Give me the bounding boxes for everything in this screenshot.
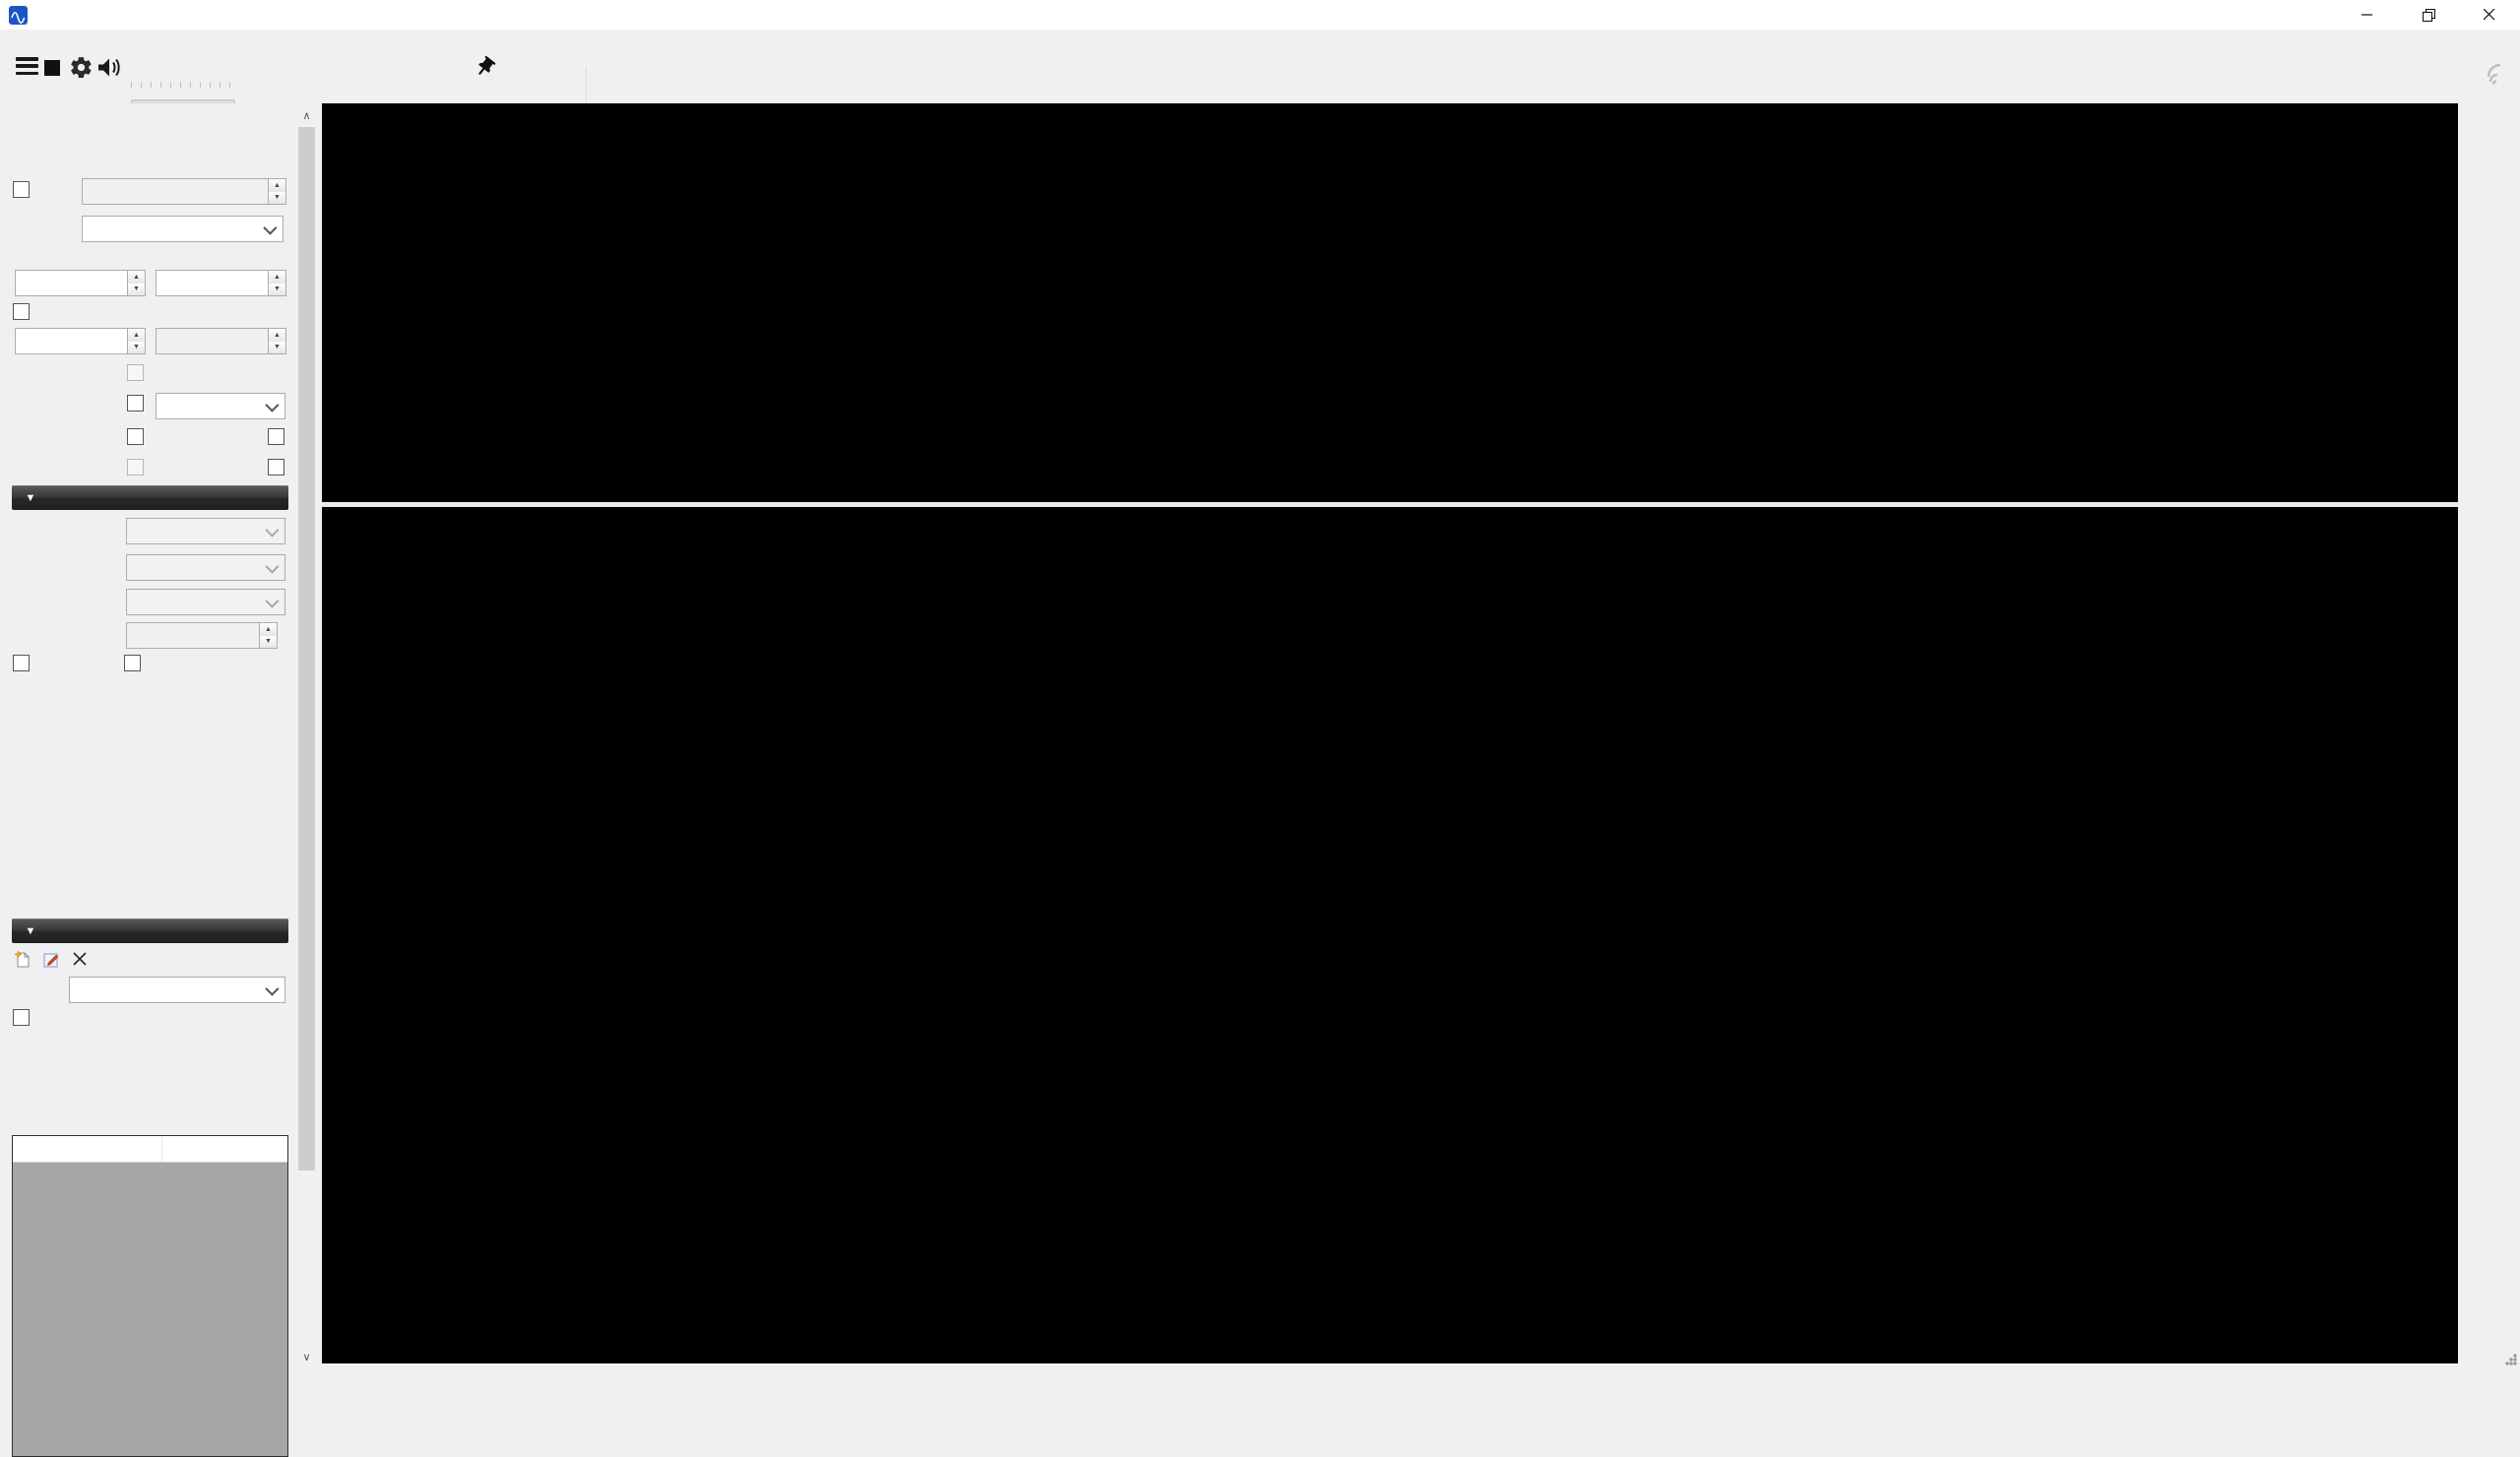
cw-shift-value xyxy=(157,329,268,353)
swap-iq-row xyxy=(156,459,284,475)
audio-input-dropdown xyxy=(126,554,285,581)
scrollbar-thumb[interactable] xyxy=(298,127,315,1171)
shift-checkbox[interactable] xyxy=(13,181,30,198)
chevron-down-icon xyxy=(263,221,277,234)
delete-x-icon xyxy=(73,952,87,966)
filter-audio-checkbox[interactable] xyxy=(124,655,141,671)
filter-audio-row xyxy=(124,655,148,671)
volume-ticks-top xyxy=(131,82,233,89)
frequency-manager-toolbar xyxy=(14,950,92,968)
title-bar xyxy=(0,0,2520,31)
chevron-down-icon xyxy=(265,523,279,537)
airspy-waves-icon xyxy=(2487,62,2512,86)
shift-value-spinner[interactable]: ▲▼ xyxy=(82,178,286,205)
unity-gain-checkbox[interactable] xyxy=(13,655,30,671)
display-area xyxy=(322,103,2458,1363)
frequency-list[interactable] xyxy=(12,1135,288,1457)
anti-fading-row xyxy=(15,459,144,475)
snap-to-grid-row xyxy=(15,395,144,412)
chevron-down-icon xyxy=(265,398,279,412)
show-on-spectrum-row xyxy=(13,1009,38,1026)
scroll-down-icon[interactable]: ∨ xyxy=(296,1347,317,1366)
squelch-value-spinner[interactable]: ▲▼ xyxy=(15,328,146,354)
swap-iq-checkbox[interactable] xyxy=(268,459,284,475)
audio-output-dropdown xyxy=(126,589,285,615)
lock-carrier-checkbox[interactable] xyxy=(127,428,144,445)
shift-spin-arrows[interactable]: ▲▼ xyxy=(268,179,285,204)
anti-fading-checkbox xyxy=(127,459,144,475)
show-on-spectrum-checkbox[interactable] xyxy=(13,1009,30,1026)
close-button[interactable] xyxy=(2459,0,2520,30)
restore-button[interactable] xyxy=(2398,0,2459,30)
fm-stereo-row xyxy=(15,364,144,381)
unity-gain-row xyxy=(13,655,36,671)
shift-value[interactable] xyxy=(83,179,268,204)
cw-shift-spinner: ▲▼ xyxy=(156,328,286,354)
sidebar-scrollbar[interactable]: ∧ ∨ xyxy=(296,103,317,1368)
filter-dropdown[interactable] xyxy=(82,216,284,242)
chevron-down-icon xyxy=(265,559,279,573)
edit-entry-button[interactable] xyxy=(43,951,65,968)
latency-spinner: ▲▼ xyxy=(126,622,278,649)
stop-button[interactable] xyxy=(44,60,60,76)
snap-to-grid-checkbox[interactable] xyxy=(127,395,144,412)
pin-icon[interactable] xyxy=(467,50,502,86)
collapse-arrow-icon: ▼ xyxy=(12,492,49,504)
waterfall-display[interactable] xyxy=(322,507,2458,1362)
fm-stereo-checkbox xyxy=(127,364,144,381)
chevron-down-icon xyxy=(265,982,279,995)
correct-iq-row xyxy=(156,428,284,445)
toolbar xyxy=(0,30,2520,103)
squelch-spin-arrows[interactable]: ▲▼ xyxy=(127,329,145,353)
latency-spin-arrows: ▲▼ xyxy=(259,623,277,648)
order-value[interactable] xyxy=(157,271,268,295)
squelch-checkbox[interactable] xyxy=(13,303,30,320)
latency-value xyxy=(127,623,259,648)
delete-entry-button[interactable] xyxy=(73,952,92,966)
shift-row xyxy=(13,181,36,198)
minimize-button[interactable] xyxy=(2337,0,2398,30)
collapse-arrow-icon: ▼ xyxy=(12,925,49,937)
control-sidebar: ▲▼ ▲▼ ▲▼ ▲▼ ▲▼ xyxy=(0,103,291,1368)
app-logo-icon xyxy=(9,6,28,25)
order-spinner[interactable]: ▲▼ xyxy=(156,270,286,296)
order-spin-arrows[interactable]: ▲▼ xyxy=(268,271,285,295)
squelch-row xyxy=(13,303,36,320)
step-size-dropdown[interactable] xyxy=(156,393,285,419)
squelch-value[interactable] xyxy=(16,329,127,353)
audio-panel-header[interactable]: ▼ xyxy=(12,485,288,510)
edit-pencil-icon xyxy=(43,951,60,968)
bandwidth-value[interactable] xyxy=(16,271,127,295)
frequency-manager-header[interactable]: ▼ xyxy=(12,919,288,943)
lock-carrier-row xyxy=(15,428,144,445)
cw-shift-spin-arrows: ▲▼ xyxy=(268,329,285,353)
column-name[interactable] xyxy=(13,1136,162,1162)
samplerate-dropdown xyxy=(126,518,285,544)
correct-iq-checkbox[interactable] xyxy=(268,428,284,445)
group-dropdown[interactable] xyxy=(69,977,285,1003)
new-page-icon xyxy=(14,950,31,968)
volume-speaker-icon[interactable] xyxy=(96,55,124,80)
new-entry-button[interactable] xyxy=(14,950,35,968)
chevron-down-icon xyxy=(265,594,279,607)
spectrum-display[interactable] xyxy=(322,108,2458,502)
scroll-up-icon[interactable]: ∧ xyxy=(296,105,317,125)
bandwidth-spinner[interactable]: ▲▼ xyxy=(15,270,146,296)
menu-button[interactable] xyxy=(16,57,38,75)
display-settings-panel xyxy=(2458,103,2520,1368)
resize-grip[interactable] xyxy=(2505,1354,2517,1365)
settings-gear-icon[interactable] xyxy=(69,55,94,80)
frequency-list-header[interactable] xyxy=(13,1136,287,1163)
bandwidth-spin-arrows[interactable]: ▲▼ xyxy=(127,271,145,295)
